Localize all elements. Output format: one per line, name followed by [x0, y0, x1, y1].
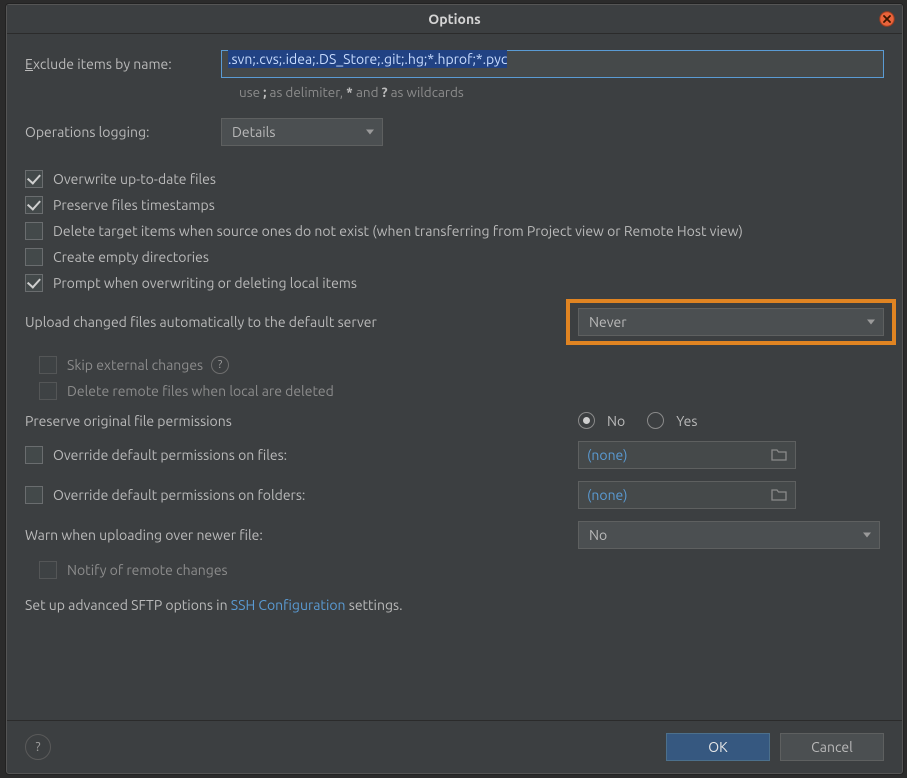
preserve-ts-check-row[interactable]: Preserve files timestamps [25, 196, 884, 214]
close-icon[interactable] [878, 10, 896, 28]
checkbox-icon[interactable] [25, 446, 43, 464]
overwrite-check-row[interactable]: Overwrite up-to-date files [25, 170, 884, 188]
preserve-perms-label: Preserve original file permissions [25, 413, 232, 429]
upload-value: Never [589, 314, 627, 330]
checkbox-icon [39, 561, 57, 579]
prompt-overwrite-label: Prompt when overwriting or deleting loca… [53, 275, 357, 291]
checkbox-icon [25, 170, 43, 188]
logging-value: Details [232, 124, 275, 140]
chevron-down-icon [366, 130, 374, 135]
checkbox-icon [39, 382, 57, 400]
overwrite-label: Overwrite up-to-date files [53, 171, 216, 187]
radio-icon [578, 412, 595, 429]
titlebar: Options [7, 5, 902, 34]
override-files-field[interactable]: (none) [578, 441, 796, 469]
notify-remote-check-row: Notify of remote changes [39, 561, 884, 579]
upload-highlight: Never [578, 308, 884, 336]
checkbox-icon [25, 248, 43, 266]
override-folders-field[interactable]: (none) [578, 481, 796, 509]
checkbox-icon [25, 222, 43, 240]
delete-target-check-row[interactable]: Delete target items when source ones do … [25, 222, 884, 240]
skip-external-check-row: Skip external changes ? [39, 356, 884, 374]
warn-value: No [589, 527, 607, 543]
exclude-label: Exclude items by name: [25, 56, 221, 72]
create-empty-label: Create empty directories [53, 249, 209, 265]
warn-label: Warn when uploading over newer file: [25, 527, 263, 543]
logging-label: Operations logging: [25, 124, 221, 140]
delete-target-label: Delete target items when source ones do … [53, 223, 743, 239]
ssh-config-link[interactable]: SSH Configuration [231, 597, 346, 613]
checkbox-icon [39, 356, 57, 374]
checkbox-icon [25, 274, 43, 292]
delete-remote-label: Delete remote files when local are delet… [67, 383, 334, 399]
upload-label: Upload changed files automatically to th… [25, 314, 377, 330]
perms-radio-yes[interactable]: Yes [647, 412, 697, 429]
dialog-content: Exclude items by name: .svn;.cvs;.idea;.… [7, 34, 902, 720]
chevron-down-icon [867, 320, 875, 325]
preserve-ts-label: Preserve files timestamps [53, 197, 215, 213]
upload-select[interactable]: Never [578, 308, 884, 336]
exclude-hint: use ; as delimiter, * and ? as wildcards [239, 84, 884, 100]
logging-select[interactable]: Details [221, 118, 383, 146]
create-empty-check-row[interactable]: Create empty directories [25, 248, 884, 266]
ok-button[interactable]: OK [666, 733, 770, 761]
notify-remote-label: Notify of remote changes [67, 562, 228, 578]
warn-select[interactable]: No [578, 521, 880, 549]
chevron-down-icon [863, 533, 871, 538]
folder-icon [771, 447, 787, 464]
folder-icon [771, 487, 787, 504]
delete-remote-check-row: Delete remote files when local are delet… [39, 382, 884, 400]
dialog-footer: ? OK Cancel [7, 720, 902, 773]
dialog-title: Options [428, 11, 481, 27]
perms-radio-no[interactable]: No [578, 412, 625, 429]
checkbox-icon[interactable] [25, 486, 43, 504]
radio-icon [647, 412, 664, 429]
advanced-sftp-text: Set up advanced SFTP options in SSH Conf… [25, 597, 884, 613]
prompt-overwrite-check-row[interactable]: Prompt when overwriting or deleting loca… [25, 274, 884, 292]
exclude-value: .svn;.cvs;.idea;.DS_Store;.git;.hg;*.hpr… [228, 50, 507, 68]
skip-external-label: Skip external changes [67, 357, 203, 373]
checkbox-icon [25, 196, 43, 214]
options-dialog: Options Exclude items by name: .svn;.cvs… [6, 4, 903, 774]
override-files-label: Override default permissions on files: [53, 447, 287, 463]
exclude-input[interactable]: .svn;.cvs;.idea;.DS_Store;.git;.hg;*.hpr… [221, 50, 884, 78]
help-button[interactable]: ? [25, 734, 51, 760]
help-icon[interactable]: ? [211, 356, 229, 374]
cancel-button[interactable]: Cancel [780, 733, 884, 761]
override-folders-label: Override default permissions on folders: [53, 487, 305, 503]
